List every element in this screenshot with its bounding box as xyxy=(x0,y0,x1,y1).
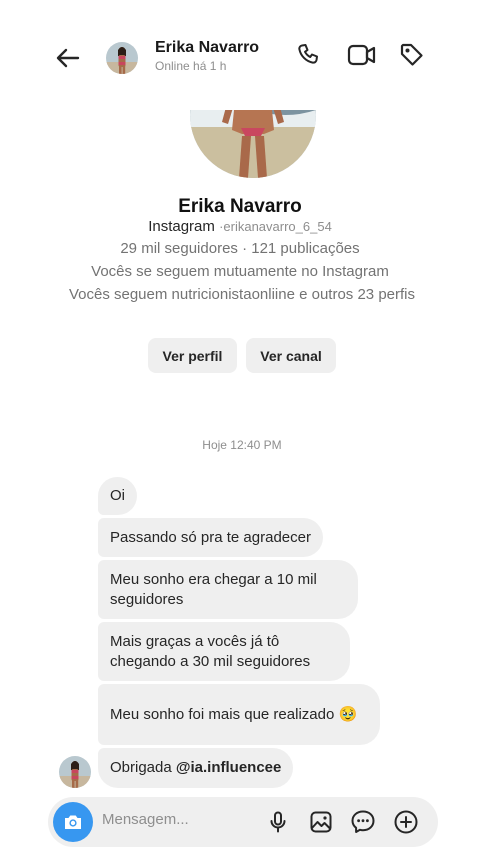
message-input[interactable]: Mensagem... xyxy=(102,811,189,828)
phone-icon[interactable] xyxy=(294,40,324,70)
tag-icon[interactable] xyxy=(397,40,427,70)
message-timestamp: Hoje 12:40 PM xyxy=(202,438,282,452)
mutual-follow-text: Vocês se seguem mutuamente no Instagram xyxy=(91,263,389,280)
message-bubble[interactable]: Oi xyxy=(98,477,137,515)
profile-source: Instagram ·erikanavarro_6_54 xyxy=(0,217,480,237)
avatar[interactable] xyxy=(106,42,138,74)
message-bubble[interactable]: Obrigada @ia.influencee xyxy=(98,748,294,788)
message-bubble[interactable]: Passando só pra te agradecer xyxy=(98,518,323,557)
chat-header: Erika Navarro Online há 1 h xyxy=(0,0,480,110)
message-text: Obrigada xyxy=(110,759,176,776)
message-bubble[interactable]: Meu sonho era chegar a 10 mil seguidores xyxy=(98,560,358,619)
profile-handle: ·erikanavarro_6_54 xyxy=(219,219,332,234)
back-arrow-icon[interactable] xyxy=(50,40,86,76)
sender-avatar[interactable] xyxy=(59,756,91,788)
sticker-icon[interactable] xyxy=(349,808,377,836)
message-bubble[interactable]: Meu sonho foi mais que realizado 🥹 xyxy=(98,684,380,745)
mention-link[interactable]: @ia.influencee xyxy=(176,758,282,778)
message-composer: Mensagem... xyxy=(48,797,438,847)
followed-by-text: Vocês seguem nutricionistaonliine e outr… xyxy=(68,286,416,303)
gallery-icon[interactable] xyxy=(307,808,335,836)
profile-stats: 29 mil seguidores · 121 publicações xyxy=(120,240,360,257)
microphone-icon[interactable] xyxy=(264,808,292,836)
view-profile-button[interactable]: Ver perfil xyxy=(148,338,237,373)
camera-icon[interactable] xyxy=(53,802,93,842)
message-bubble[interactable]: Mais graças a vocês já tô chegando a 30 … xyxy=(98,622,350,681)
online-status: Online há 1 h xyxy=(155,59,227,73)
plus-icon[interactable] xyxy=(392,808,420,836)
profile-source-label: Instagram xyxy=(148,218,215,235)
header-name[interactable]: Erika Navarro xyxy=(155,39,259,57)
video-call-icon[interactable] xyxy=(347,40,377,70)
view-channel-button[interactable]: Ver canal xyxy=(246,338,336,373)
profile-name: Erika Navarro xyxy=(178,196,302,217)
